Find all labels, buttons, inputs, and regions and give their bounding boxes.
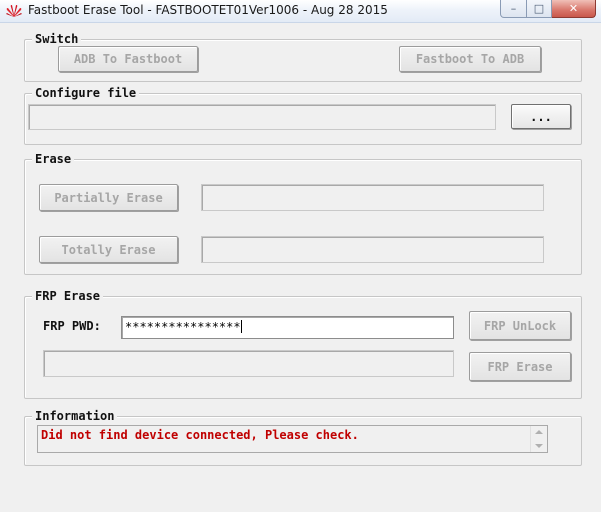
- title-bar[interactable]: Fastboot Erase Tool - FASTBOOTET01Ver100…: [0, 0, 601, 23]
- information-message: Did not find device connected, Please ch…: [41, 428, 359, 442]
- partially-erase-button[interactable]: Partially Erase: [39, 184, 178, 211]
- maximize-button[interactable]: □: [527, 0, 552, 18]
- information-group-label: Information: [32, 408, 118, 424]
- erase-group-label: Erase: [32, 151, 75, 167]
- switch-group-label: Switch: [32, 31, 82, 47]
- close-button[interactable]: ✕: [552, 0, 596, 18]
- frp-status-field[interactable]: [43, 350, 454, 377]
- close-icon: ✕: [568, 2, 579, 15]
- frp-password-value: ****************: [125, 320, 241, 334]
- minimize-button[interactable]: –: [500, 0, 527, 18]
- window-title: Fastboot Erase Tool - FASTBOOTET01Ver100…: [28, 3, 388, 17]
- partially-erase-field[interactable]: [201, 184, 544, 211]
- frp-pwd-label: FRP PWD:: [43, 319, 101, 333]
- frp-password-input[interactable]: ****************: [121, 316, 454, 339]
- configure-file-group-label: Configure file: [32, 85, 140, 101]
- totally-erase-field[interactable]: [201, 236, 544, 263]
- adb-to-fastboot-button[interactable]: ADB To Fastboot: [58, 46, 198, 72]
- fastboot-to-adb-button[interactable]: Fastboot To ADB: [399, 46, 541, 72]
- frp-erase-button[interactable]: FRP Erase: [469, 352, 571, 381]
- frp-unlock-button[interactable]: FRP UnLock: [469, 311, 571, 340]
- huawei-logo-icon: [6, 5, 22, 17]
- browse-button[interactable]: ...: [511, 104, 571, 129]
- information-scrollbar[interactable]: [530, 426, 547, 452]
- app-window: Fastboot Erase Tool - FASTBOOTET01Ver100…: [0, 0, 601, 512]
- minimize-icon: –: [510, 2, 517, 15]
- information-textarea[interactable]: Did not find device connected, Please ch…: [37, 425, 548, 453]
- scroll-down-icon[interactable]: [535, 444, 543, 448]
- frp-erase-group-label: FRP Erase: [32, 288, 104, 304]
- totally-erase-button[interactable]: Totally Erase: [39, 236, 178, 263]
- text-caret: [240, 320, 242, 333]
- scroll-up-icon[interactable]: [535, 430, 543, 434]
- maximize-icon: □: [533, 2, 545, 15]
- window-controls: – □ ✕: [500, 0, 596, 18]
- config-file-path-field[interactable]: [28, 104, 496, 130]
